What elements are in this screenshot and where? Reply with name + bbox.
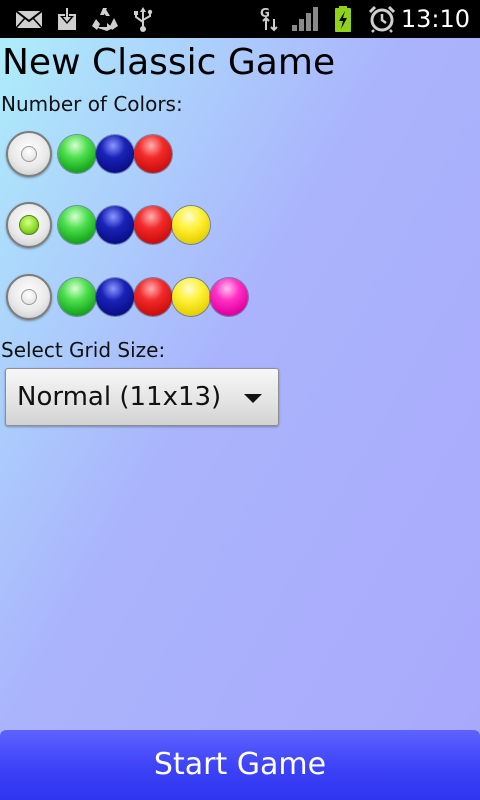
red-ball-icon xyxy=(134,206,172,244)
grid-size-value: Normal (11x13) xyxy=(17,382,222,412)
green-ball-icon xyxy=(58,135,96,173)
gprs-icon: G xyxy=(260,6,278,32)
number-of-colors-label: Number of Colors: xyxy=(1,92,183,116)
grid-size-label: Select Grid Size: xyxy=(1,338,166,362)
red-ball-icon xyxy=(134,135,172,173)
radio-indicator xyxy=(19,215,39,235)
start-game-label: Start Game xyxy=(153,747,327,782)
battery-charging-icon xyxy=(335,6,351,32)
grid-size-dropdown[interactable]: Normal (11x13) xyxy=(5,368,279,426)
download-icon xyxy=(58,7,76,30)
page-title: New Classic Game xyxy=(2,42,336,83)
blue-ball-icon xyxy=(96,135,134,173)
alarm-icon xyxy=(368,5,396,33)
radio-indicator xyxy=(21,146,37,162)
status-time: 13:10 xyxy=(400,5,470,33)
color-option-4[interactable] xyxy=(6,202,266,248)
green-ball-icon xyxy=(58,206,96,244)
radio-button[interactable] xyxy=(6,202,52,248)
usb-icon xyxy=(134,7,153,32)
mail-icon xyxy=(15,10,43,29)
radio-button[interactable] xyxy=(6,131,52,177)
color-option-5[interactable] xyxy=(6,274,266,320)
radio-indicator xyxy=(21,289,37,305)
signal-icon xyxy=(292,7,318,31)
color-option-3[interactable] xyxy=(6,131,266,177)
status-bar: G 13:10 xyxy=(0,0,480,38)
green-ball-icon xyxy=(58,278,96,316)
recycle-icon xyxy=(92,8,118,31)
yellow-ball-icon xyxy=(172,278,210,316)
start-game-button[interactable]: Start Game xyxy=(0,730,480,800)
radio-button[interactable] xyxy=(6,274,52,320)
yellow-ball-icon xyxy=(172,206,210,244)
red-ball-icon xyxy=(134,278,172,316)
blue-ball-icon xyxy=(96,278,134,316)
dropdown-arrow-icon xyxy=(244,394,262,403)
pink-ball-icon xyxy=(210,278,248,316)
blue-ball-icon xyxy=(96,206,134,244)
